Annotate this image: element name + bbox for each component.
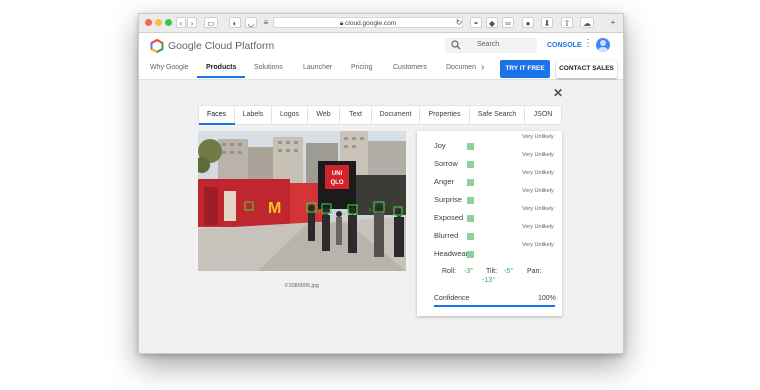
product-nav: Why Google Products Solutions Launcher P… — [139, 59, 623, 80]
confidence-label: Confidence — [434, 295, 470, 302]
likelihood-indicator — [467, 143, 474, 150]
tab-document[interactable]: Document — [372, 106, 420, 124]
active-tab-indicator — [199, 123, 235, 125]
likelihood-label: Headwear — [434, 249, 469, 258]
likelihood-value: Very Unlikely — [522, 152, 554, 158]
svg-text:M: M — [268, 200, 281, 217]
nav-item-customers[interactable]: Customers — [393, 64, 427, 71]
google-cloud-logo-icon[interactable] — [150, 39, 164, 53]
download-icon[interactable]: ⬇ — [541, 17, 553, 28]
likelihood-indicator — [467, 179, 474, 186]
share-icon[interactable]: ⇧ — [561, 17, 573, 28]
nav-item-launcher[interactable]: Launcher — [303, 64, 332, 71]
site-header: Google Cloud Platform Search CONSOLE ⋮ — [139, 33, 623, 59]
pan-value: -13° — [482, 277, 495, 284]
lock-icon: 🔒︎ — [339, 20, 344, 27]
avatar[interactable] — [596, 38, 610, 52]
likelihood-label: Anger — [434, 177, 455, 186]
face-details-panel: Joy Very Unlikely Sorrow Very Unlikely A… — [417, 131, 562, 316]
reader-icon[interactable]: ≡ — [261, 17, 271, 28]
search-placeholder: Search — [477, 41, 500, 48]
try-it-free-button[interactable]: TRY IT FREE — [500, 60, 550, 78]
tilt-value: -5° — [504, 268, 514, 275]
new-tab-button[interactable]: + — [609, 17, 617, 28]
sidebar-icon[interactable]: ▭ — [204, 17, 218, 28]
likelihood-value: Very Unlikely — [522, 170, 554, 176]
active-nav-indicator — [197, 76, 245, 78]
likelihood-value: Very Unlikely — [522, 134, 554, 140]
tab-labels[interactable]: Labels — [235, 106, 272, 124]
likelihood-label: Joy — [434, 141, 446, 150]
image-caption: F1080006.jpg — [285, 283, 319, 289]
likelihood-label: Blurred — [434, 231, 459, 240]
browser-toolbar: ‹ › ▭ ◐ ◡ ≡ 🔒︎ cloud.google.com ↻ ◓ ◆ ∞ … — [139, 14, 623, 33]
results-tabs: Faces Labels Logos Web Text Document Pro… — [198, 105, 562, 125]
likelihood-indicator — [467, 161, 474, 168]
tab-faces[interactable]: Faces — [199, 106, 235, 124]
nav-item-why-google[interactable]: Why Google — [150, 64, 189, 71]
likelihood-indicator — [467, 251, 474, 258]
circle-icon[interactable]: ● — [522, 17, 534, 28]
pocket-icon[interactable]: ◡ — [245, 17, 257, 28]
back-button[interactable]: ‹ — [176, 17, 186, 28]
url-text: cloud.google.com — [345, 20, 397, 27]
analyzed-photo[interactable]: M UNI QLO 3 42 — [198, 131, 406, 271]
console-link[interactable]: CONSOLE — [547, 42, 582, 49]
chevron-right-icon[interactable]: › — [481, 62, 484, 73]
roll-value: -3° — [464, 268, 474, 275]
tab-safe-search[interactable]: Safe Search — [470, 106, 525, 124]
search-box[interactable]: Search — [445, 38, 537, 53]
reload-icon[interactable]: ↻ — [455, 17, 463, 28]
tilt-label: Tilt: — [486, 268, 498, 275]
uniqlo-sign: UNI — [332, 171, 343, 177]
confidence-bar-fill — [434, 305, 555, 307]
likelihood-value: Very Unlikely — [522, 224, 554, 230]
tag-icon[interactable]: ◆ — [486, 17, 498, 28]
likelihood-indicator — [467, 197, 474, 204]
nav-item-solutions[interactable]: Solutions — [254, 64, 283, 71]
address-bar[interactable]: 🔒︎ cloud.google.com — [273, 17, 463, 28]
roll-label: Roll: — [442, 268, 457, 275]
maximize-window-button[interactable] — [165, 19, 172, 26]
link-icon[interactable]: ∞ — [502, 17, 514, 28]
contact-sales-button[interactable]: CONTACT SALES — [556, 60, 617, 78]
tab-web[interactable]: Web — [308, 106, 340, 124]
forward-button[interactable]: › — [187, 17, 197, 28]
likelihood-value: Very Unlikely — [522, 242, 554, 248]
brand-name[interactable]: Google Cloud Platform — [168, 40, 274, 52]
tab-properties[interactable]: Properties — [420, 106, 470, 124]
likelihood-label: Sorrow — [434, 159, 458, 168]
likelihood-value: Very Unlikely — [522, 206, 554, 212]
likelihood-label: Surprise — [434, 195, 462, 204]
confidence-bar — [434, 305, 555, 307]
likelihood-label: Exposed — [434, 213, 464, 222]
nav-item-pricing[interactable]: Pricing — [351, 64, 372, 71]
tab-json[interactable]: JSON — [525, 106, 561, 124]
confidence-value: 100% — [538, 295, 556, 302]
likelihood-indicator — [467, 215, 474, 222]
tab-logos[interactable]: Logos — [272, 106, 308, 124]
likelihood-indicator — [467, 233, 474, 240]
close-window-button[interactable] — [145, 19, 152, 26]
minimize-window-button[interactable] — [155, 19, 162, 26]
nav-item-products[interactable]: Products — [206, 64, 236, 71]
cloud-icon[interactable]: ☁ — [580, 17, 594, 28]
vision-demo: ✕ Faces Labels Logos Web Text Document P… — [139, 80, 623, 353]
tab-text[interactable]: Text — [340, 106, 372, 124]
pan-label: Pan: — [527, 268, 542, 275]
likelihood-value: Very Unlikely — [522, 188, 554, 194]
search-icon — [451, 40, 461, 50]
nav-item-documentation[interactable]: Documen — [446, 64, 476, 71]
shield-icon[interactable]: ◐ — [229, 17, 241, 28]
close-icon[interactable]: ✕ — [553, 86, 563, 100]
extension-icon[interactable]: ◓ — [470, 17, 482, 28]
browser-window: ‹ › ▭ ◐ ◡ ≡ 🔒︎ cloud.google.com ↻ ◓ ◆ ∞ … — [138, 13, 624, 354]
more-vert-icon[interactable]: ⋮ — [583, 39, 593, 49]
svg-text:QLO: QLO — [331, 180, 344, 186]
